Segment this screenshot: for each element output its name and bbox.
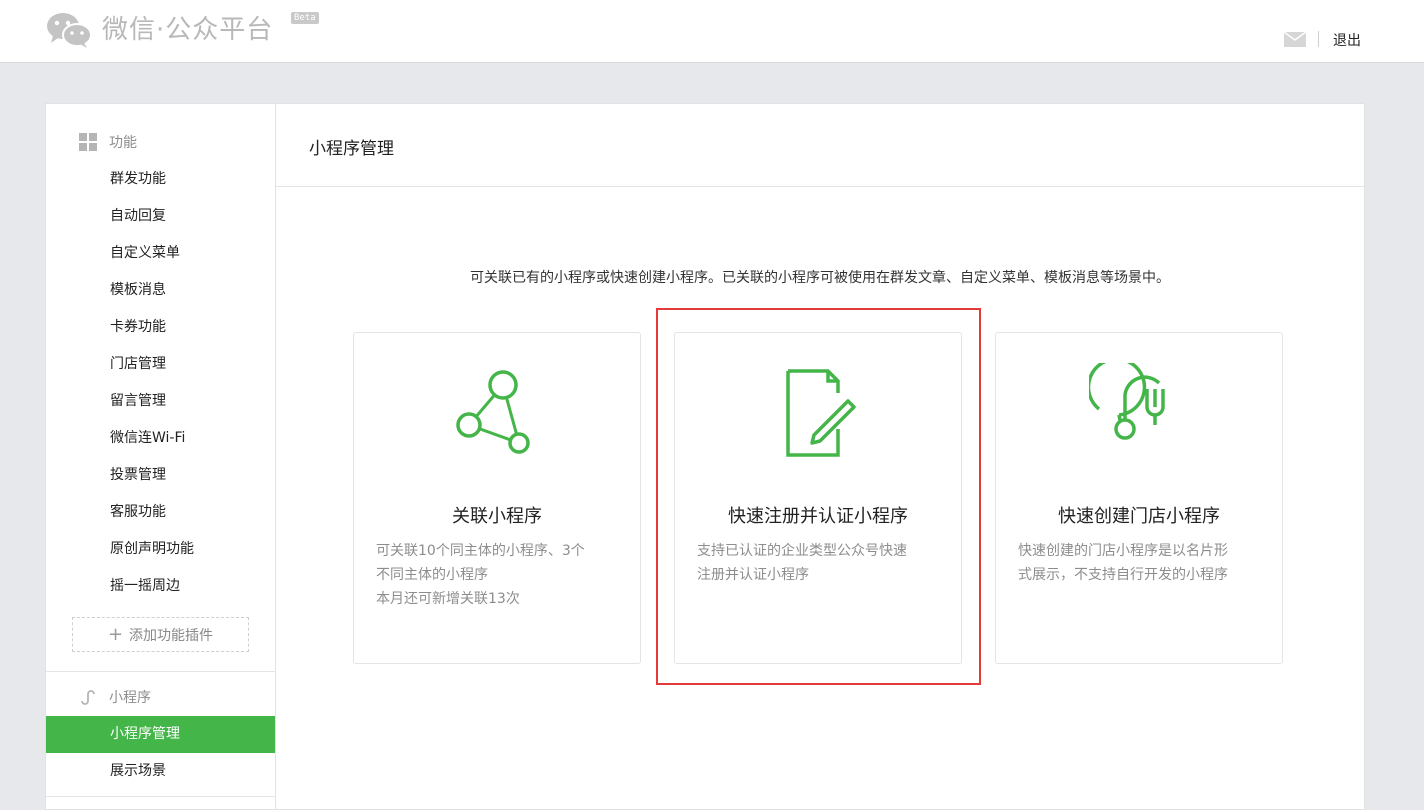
card-desc-line: 不同主体的小程序 <box>376 567 488 583</box>
sidebar-item-original-declaration[interactable]: 原创声明功能 <box>46 531 275 568</box>
sidebar-item-shake[interactable]: 摇一摇周边 <box>46 568 275 605</box>
card-desc-line: 快速创建的门店小程序是以名片形 <box>1018 543 1228 559</box>
miniprogram-group-header: 小程序 <box>79 687 151 707</box>
sidebar-divider <box>46 671 275 672</box>
sidebar-item-custom-menu[interactable]: 自定义菜单 <box>46 235 275 272</box>
highlight-box <box>656 308 981 685</box>
card-title: 关联小程序 <box>452 506 542 527</box>
header-separator <box>1318 31 1319 47</box>
sidebar-item-comments[interactable]: 留言管理 <box>46 383 275 420</box>
link-nodes-icon <box>456 370 530 454</box>
function-group-header: 功能 <box>79 132 137 152</box>
card-link-miniprogram[interactable]: 关联小程序 可关联10个同主体的小程序、3个 不同主体的小程序 本月还可新增关联… <box>353 332 641 664</box>
mail-icon[interactable] <box>1284 32 1306 47</box>
card-description: 快速创建的门店小程序是以名片形 式展示，不支持自行开发的小程序 <box>1018 539 1262 587</box>
grid-icon <box>79 133 97 151</box>
sidebar-item-auto-reply[interactable]: 自动回复 <box>46 198 275 235</box>
card-store-miniprogram[interactable]: 快速创建门店小程序 快速创建的门店小程序是以名片形 式展示，不支持自行开发的小程… <box>995 332 1283 664</box>
card-title: 快速创建门店小程序 <box>1058 506 1220 527</box>
wechat-logo-icon <box>47 13 92 48</box>
sidebar-item-miniprogram-management[interactable]: 小程序管理 <box>46 716 275 753</box>
plus-icon: + <box>107 624 124 645</box>
page-description: 可关联已有的小程序或快速创建小程序。已关联的小程序可被使用在群发文章、自定义菜单… <box>470 270 1170 286</box>
sidebar-item-wifi[interactable]: 微信连Wi-Fi <box>46 420 275 457</box>
store-fork-icon <box>1089 363 1165 440</box>
miniprogram-icon <box>81 690 95 705</box>
title-divider <box>276 186 1364 187</box>
card-desc-line: 式展示，不支持自行开发的小程序 <box>1018 567 1228 583</box>
add-plugin-button[interactable]: + 添加功能插件 <box>72 617 249 652</box>
sidebar-item-broadcast[interactable]: 群发功能 <box>46 161 275 198</box>
beta-badge: Beta <box>291 12 319 24</box>
logo[interactable]: 微信·公众平台 Beta <box>44 10 319 50</box>
sidebar: 功能 群发功能 自动回复 自定义菜单 模板消息 卡券功能 门店管理 留言管理 微… <box>45 103 275 810</box>
sidebar-item-store-management[interactable]: 门店管理 <box>46 346 275 383</box>
card-description: 可关联10个同主体的小程序、3个 不同主体的小程序 本月还可新增关联13次 <box>376 539 620 611</box>
logo-text: 微信·公众平台 <box>102 15 274 45</box>
sidebar-item-coupons[interactable]: 卡券功能 <box>46 309 275 346</box>
card-desc-line: 可关联10个同主体的小程序、3个 <box>376 543 585 559</box>
miniprogram-group-label: 小程序 <box>109 690 151 706</box>
sidebar-divider-bottom <box>46 796 275 797</box>
function-group-label: 功能 <box>109 135 137 151</box>
top-bar: 微信·公众平台 Beta 退出 <box>0 0 1424 63</box>
sidebar-item-customer-service[interactable]: 客服功能 <box>46 494 275 531</box>
sidebar-item-template-message[interactable]: 模板消息 <box>46 272 275 309</box>
logout-link[interactable]: 退出 <box>1333 30 1361 50</box>
page-title: 小程序管理 <box>309 139 394 159</box>
sidebar-item-display-scenes[interactable]: 展示场景 <box>46 753 275 790</box>
sidebar-item-voting[interactable]: 投票管理 <box>46 457 275 494</box>
add-plugin-label: 添加功能插件 <box>129 628 214 644</box>
card-desc-line: 本月还可新增关联13次 <box>376 591 520 607</box>
main-panel: 小程序管理 可关联已有的小程序或快速创建小程序。已关联的小程序可被使用在群发文章… <box>275 103 1365 810</box>
